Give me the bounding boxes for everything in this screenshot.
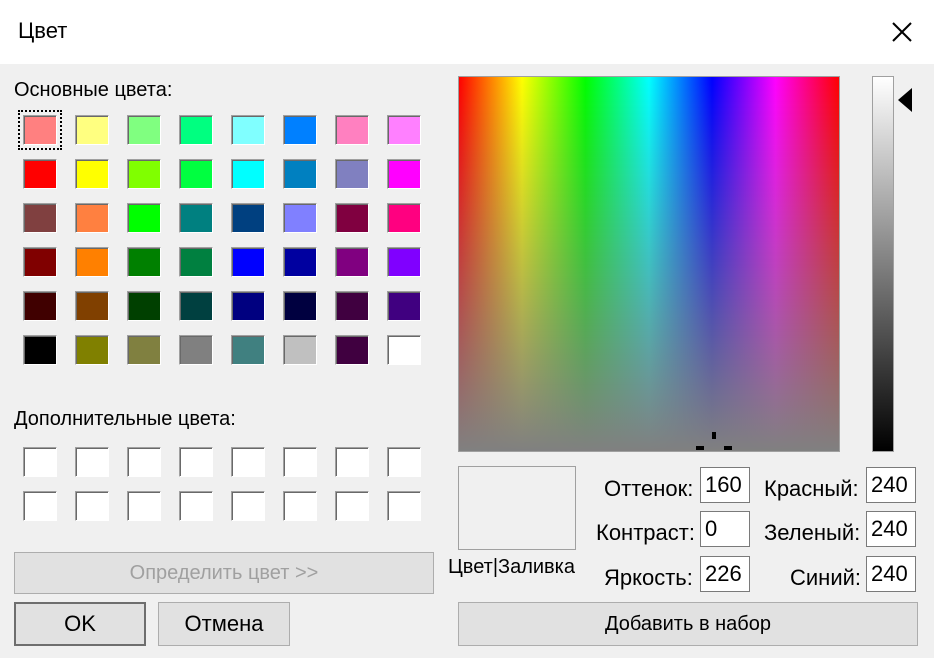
basic-color-swatch[interactable] [387,291,421,321]
close-button[interactable] [880,10,924,54]
green-field[interactable]: 240 [866,511,916,547]
custom-colors-label: Дополнительные цвета: [14,408,236,430]
basic-color-swatch[interactable] [179,335,213,365]
custom-color-swatch[interactable] [231,491,265,521]
basic-color-swatch[interactable] [335,335,369,365]
blue-label: Синий: [790,565,862,590]
crosshair-icon [696,432,732,450]
basic-color-swatch[interactable] [387,115,421,145]
basic-colors-label: Основные цвета: [14,79,173,101]
luminosity-field[interactable]: 226 [700,556,750,592]
ok-button[interactable]: OK [14,602,146,646]
basic-color-swatch[interactable] [231,247,265,277]
basic-color-swatch[interactable] [23,159,57,189]
basic-color-swatch[interactable] [179,159,213,189]
custom-color-swatch[interactable] [23,447,57,477]
basic-color-swatch[interactable] [179,291,213,321]
custom-color-swatch[interactable] [283,447,317,477]
basic-color-swatch[interactable] [231,159,265,189]
basic-color-swatch[interactable] [231,291,265,321]
basic-color-swatch[interactable] [18,110,62,150]
basic-color-swatch[interactable] [231,335,265,365]
basic-color-swatch[interactable] [387,247,421,277]
window-title: Цвет [18,18,68,43]
basic-color-swatch[interactable] [335,291,369,321]
custom-color-swatch[interactable] [335,447,369,477]
basic-color-swatch[interactable] [283,203,317,233]
basic-color-swatch[interactable] [387,203,421,233]
cancel-button[interactable]: Отмена [158,602,290,646]
basic-color-swatch[interactable] [387,159,421,189]
luminosity-slider[interactable] [872,76,894,452]
basic-color-swatch[interactable] [283,115,317,145]
basic-color-swatch[interactable] [179,203,213,233]
basic-color-swatch[interactable] [283,159,317,189]
custom-color-swatch[interactable] [231,447,265,477]
basic-color-swatch[interactable] [23,291,57,321]
custom-color-swatch[interactable] [75,491,109,521]
basic-color-swatch[interactable] [179,247,213,277]
color-preview [458,466,576,550]
basic-color-swatch[interactable] [283,247,317,277]
define-custom-colors-button[interactable]: Определить цвет >> [14,552,434,594]
basic-color-swatch[interactable] [283,335,317,365]
custom-color-swatch[interactable] [127,447,161,477]
custom-color-swatch[interactable] [127,491,161,521]
close-icon [892,22,912,42]
basic-color-swatch[interactable] [23,203,57,233]
saturation-label: Контраст: [596,520,695,545]
basic-color-swatch[interactable] [75,115,109,145]
luminosity-arrow-icon[interactable] [898,88,912,112]
basic-color-swatch[interactable] [283,291,317,321]
color-spectrum[interactable] [458,76,840,452]
custom-color-swatch[interactable] [23,491,57,521]
basic-color-swatch[interactable] [75,247,109,277]
basic-color-swatch[interactable] [231,115,265,145]
basic-color-swatch[interactable] [179,115,213,145]
custom-color-swatch[interactable] [283,491,317,521]
custom-color-swatch[interactable] [179,447,213,477]
custom-color-swatch[interactable] [75,447,109,477]
add-to-custom-colors-button[interactable]: Добавить в набор [458,602,918,646]
custom-color-swatch[interactable] [387,447,421,477]
basic-color-swatch[interactable] [127,247,161,277]
basic-color-swatch[interactable] [23,335,57,365]
custom-color-swatch[interactable] [179,491,213,521]
basic-color-swatch[interactable] [335,115,369,145]
basic-color-swatch[interactable] [335,159,369,189]
color-preview-label: Цвет|Заливка [448,556,575,578]
saturation-field[interactable]: 0 [700,511,750,547]
basic-color-swatch[interactable] [127,159,161,189]
red-field[interactable]: 240 [866,467,916,503]
red-label: Красный: [764,476,859,501]
green-label: Зеленый: [764,520,861,545]
custom-color-swatch[interactable] [335,491,369,521]
basic-color-swatch[interactable] [75,203,109,233]
basic-color-swatch[interactable] [387,335,421,365]
basic-color-swatch[interactable] [75,159,109,189]
basic-color-swatch[interactable] [127,203,161,233]
custom-color-swatch[interactable] [387,491,421,521]
basic-color-swatch[interactable] [231,203,265,233]
basic-color-swatch[interactable] [127,291,161,321]
basic-color-swatch[interactable] [23,247,57,277]
basic-color-swatch[interactable] [335,247,369,277]
luminosity-label: Яркость: [604,565,693,590]
basic-color-swatch[interactable] [127,115,161,145]
basic-color-swatch[interactable] [75,335,109,365]
basic-color-swatch[interactable] [335,203,369,233]
basic-color-swatch[interactable] [75,291,109,321]
hue-field[interactable]: 160 [700,467,750,503]
title-bar: Цвет [0,0,934,64]
hue-label: Оттенок: [604,476,694,501]
basic-color-swatch[interactable] [127,335,161,365]
blue-field[interactable]: 240 [866,556,916,592]
